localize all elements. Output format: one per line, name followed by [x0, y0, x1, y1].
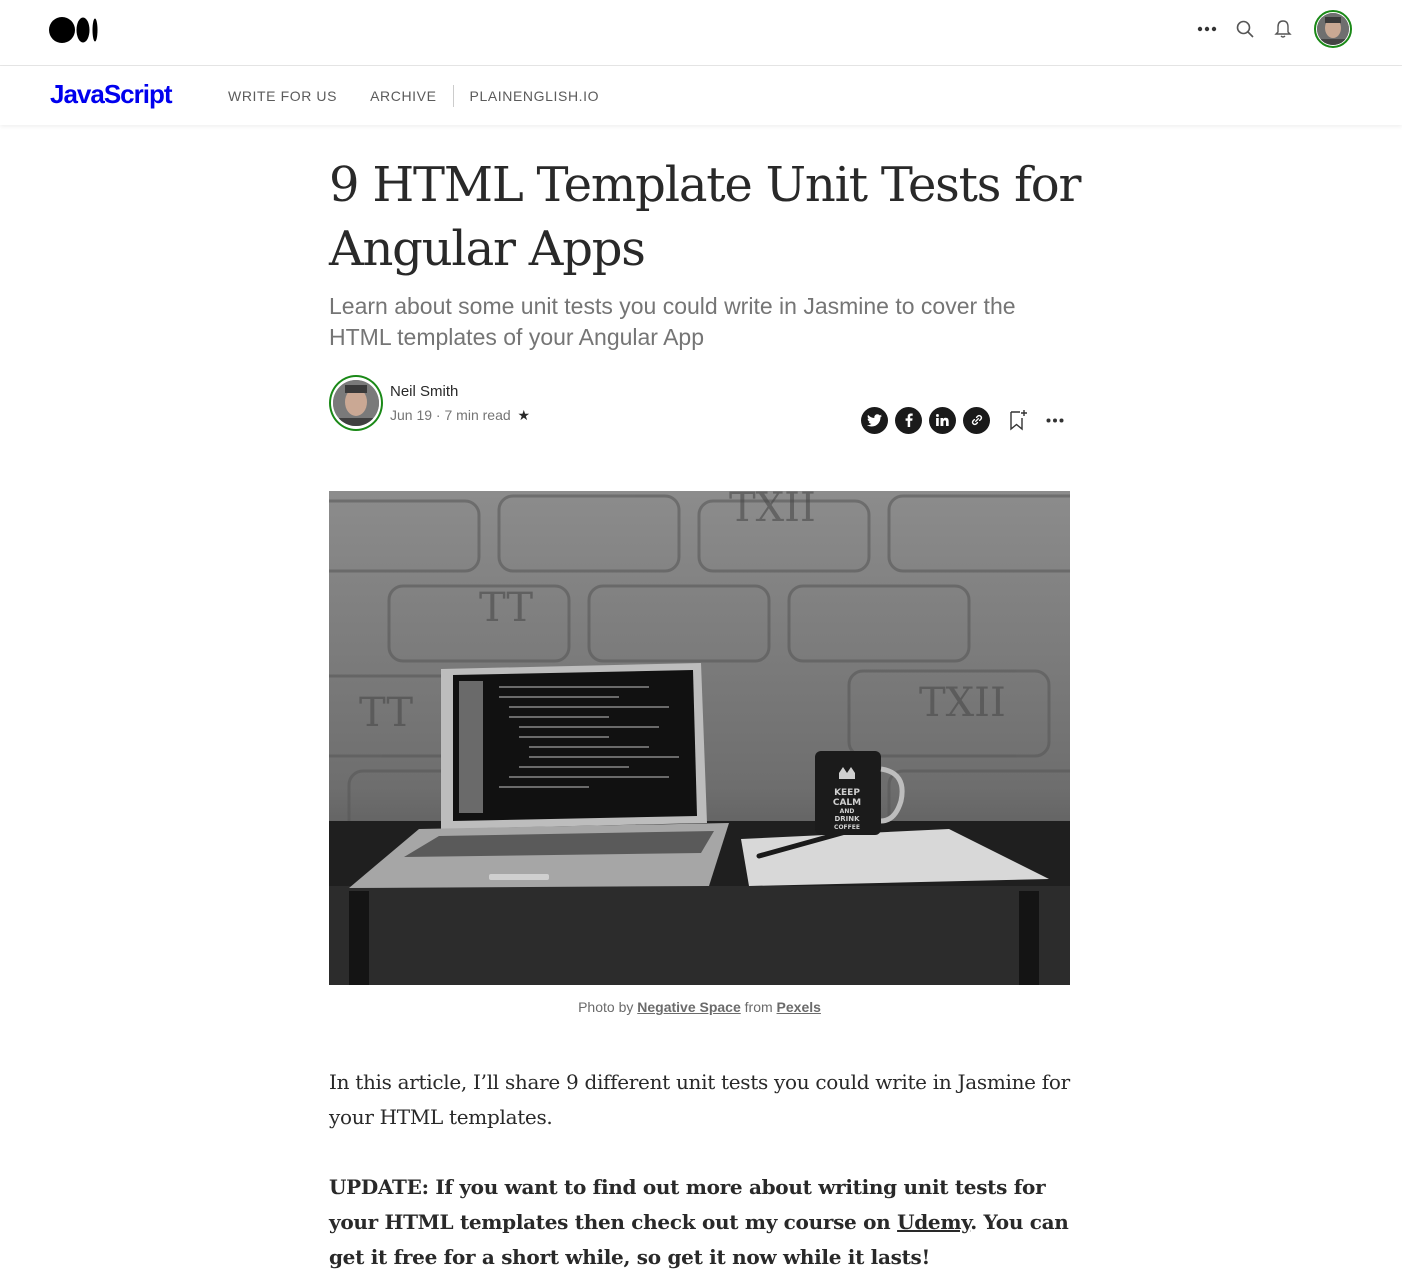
- article-meta: Jun 19 · 7 min read ★: [390, 407, 531, 423]
- nav-write-for-us[interactable]: WRITE FOR US: [228, 88, 337, 104]
- svg-text:COFFEE: COFFEE: [834, 824, 860, 831]
- svg-text:KEEP: KEEP: [834, 788, 860, 798]
- image-caption: Photo by Negative Space from Pexels: [329, 999, 1070, 1015]
- medium-logo[interactable]: [49, 16, 99, 44]
- publish-date: Jun 19: [390, 407, 433, 423]
- nav-divider: [452, 85, 454, 107]
- caption-photographer-link[interactable]: Negative Space: [637, 999, 741, 1015]
- top-navbar: [0, 0, 1402, 66]
- twitter-icon[interactable]: [861, 406, 888, 434]
- publication-bar: JavaScript WRITE FOR US ARCHIVE PLAINENG…: [0, 66, 1402, 125]
- paragraph-intro: In this article, I’ll share 9 different …: [329, 1070, 1070, 1129]
- svg-text:DRINK: DRINK: [834, 815, 860, 823]
- svg-text:TXII: TXII: [919, 680, 1006, 726]
- more-dots-icon[interactable]: [1188, 8, 1226, 50]
- share-actions: [861, 399, 1070, 441]
- udemy-link[interactable]: Udemy: [897, 1210, 970, 1234]
- link-icon[interactable]: [963, 406, 990, 434]
- read-time: 7 min read: [444, 407, 511, 423]
- svg-text:TT: TT: [479, 585, 533, 631]
- nav-plainenglish[interactable]: PLAINENGLISH.IO: [470, 88, 600, 104]
- publication-logo[interactable]: JavaScript: [50, 79, 173, 110]
- article-title: 9 HTML Template Unit Tests for Angular A…: [329, 157, 1081, 277]
- facebook-icon[interactable]: [895, 406, 922, 434]
- top-actions: [1188, 8, 1352, 50]
- byline: Neil Smith Jun 19 · 7 min read ★: [329, 375, 1070, 434]
- author-avatar[interactable]: [329, 375, 383, 431]
- bell-icon[interactable]: [1264, 8, 1302, 50]
- caption-source-link[interactable]: Pexels: [777, 999, 821, 1015]
- bookmark-icon[interactable]: [1003, 399, 1033, 441]
- publication-nav: WRITE FOR US ARCHIVE PLAINENGLISH.IO: [228, 85, 599, 107]
- user-avatar[interactable]: [1314, 10, 1352, 48]
- nav-archive[interactable]: ARCHIVE: [370, 88, 436, 104]
- paragraph-update: UPDATE: If you want to find out more abo…: [329, 1170, 1070, 1275]
- author-name[interactable]: Neil Smith: [390, 383, 458, 400]
- caption-middle: from: [744, 999, 773, 1015]
- article-subtitle: Learn about some unit tests you could wr…: [329, 293, 1016, 350]
- svg-text:CALM: CALM: [833, 798, 861, 808]
- hero-image: TXII TT TXII TT KEEP CALM AND DRINK COFF…: [329, 491, 1070, 985]
- svg-text:TXII: TXII: [729, 491, 816, 531]
- caption-prefix: Photo by: [578, 999, 634, 1015]
- more-options-icon[interactable]: [1040, 399, 1070, 441]
- linkedin-icon[interactable]: [929, 406, 956, 434]
- svg-text:TT: TT: [359, 690, 413, 736]
- svg-text:AND: AND: [840, 808, 855, 815]
- member-star-icon: ★: [517, 407, 531, 423]
- search-icon[interactable]: [1226, 8, 1264, 50]
